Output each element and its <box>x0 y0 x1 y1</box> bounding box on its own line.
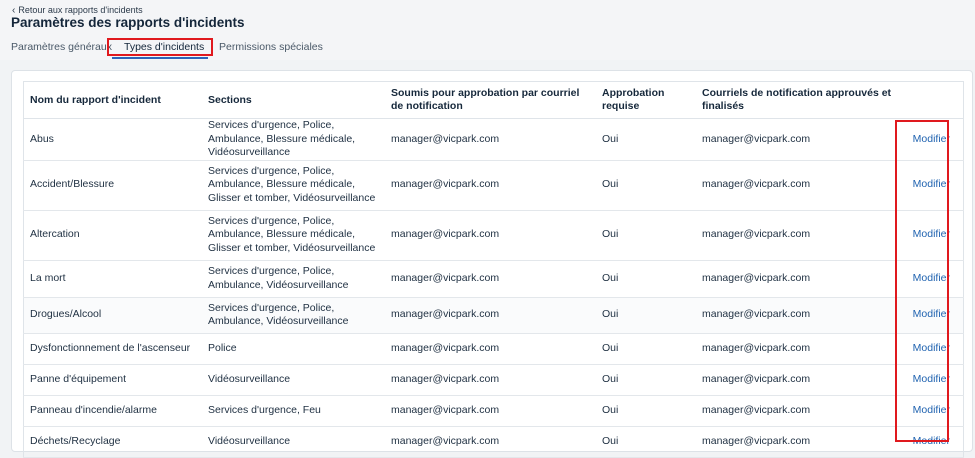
column-header-actions <box>898 81 964 119</box>
back-link-label: Retour aux rapports d'incidents <box>18 5 143 15</box>
row-finalized-email: manager@vicpark.com <box>696 364 898 396</box>
row-submitted-email: manager@vicpark.com <box>385 395 596 427</box>
row-action-cell: Modifier <box>898 210 964 261</box>
modify-button[interactable]: Modifier <box>913 308 950 320</box>
row-submitted-email: manager@vicpark.com <box>385 297 596 334</box>
modify-button[interactable]: Modifier <box>913 178 950 190</box>
row-name: Panne d'équipement <box>23 364 202 396</box>
table-row: Déchets/Recyclage Vidéosurveillance manage… <box>23 426 964 458</box>
row-action-cell: Modifier <box>898 333 964 365</box>
row-action-cell: Modifier <box>898 395 964 427</box>
column-header-approval: Approbation requise <box>596 81 696 119</box>
row-finalized-email: manager@vicpark.com <box>696 395 898 427</box>
row-sections: Vidéosurveillance <box>202 364 385 396</box>
row-finalized-email: manager@vicpark.com <box>696 297 898 334</box>
row-sections: Services d'urgence, Police, Ambulance, V… <box>202 260 385 298</box>
row-name: Drogues/Alcool <box>23 297 202 334</box>
row-name: Déchets/Recyclage <box>23 426 202 458</box>
row-submitted-email: manager@vicpark.com <box>385 160 596 211</box>
modify-button[interactable]: Modifier <box>913 272 950 284</box>
table-row: Dysfonctionnement de l'ascenseur Police ma… <box>23 333 964 365</box>
row-finalized-email: manager@vicpark.com <box>696 160 898 211</box>
table-row: Panneau d'incendie/alarme Services d'urge… <box>23 395 964 427</box>
row-sections: Services d'urgence, Feu <box>202 395 385 427</box>
row-submitted-email: manager@vicpark.com <box>385 364 596 396</box>
table-row: Drogues/Alcool Services d'urgence, Police… <box>23 297 964 334</box>
modify-button[interactable]: Modifier <box>913 435 950 447</box>
row-submitted-email: manager@vicpark.com <box>385 210 596 261</box>
page-title: Paramètres des rapports d'incidents <box>11 15 245 30</box>
row-name: Altercation <box>23 210 202 261</box>
row-approval: Oui <box>596 297 696 334</box>
column-header-sections: Sections <box>202 81 385 119</box>
row-name: Accident/Blessure <box>23 160 202 211</box>
row-action-cell: Modifier <box>898 364 964 396</box>
modify-button[interactable]: Modifier <box>913 342 950 354</box>
row-sections: Vidéosurveillance <box>202 426 385 458</box>
row-approval: Oui <box>596 160 696 211</box>
row-approval: Oui <box>596 426 696 458</box>
row-name: Dysfonctionnement de l'ascenseur <box>23 333 202 365</box>
row-action-cell: Modifier <box>898 160 964 211</box>
row-name: Abus <box>23 118 202 161</box>
table-header-row: Nom du rapport d'incident Sections Soumi… <box>23 81 964 119</box>
row-approval: Oui <box>596 118 696 161</box>
row-sections: Services d'urgence, Police, Ambulance, B… <box>202 160 385 211</box>
page-header: ‹ Retour aux rapports d'incidents Paramè… <box>0 0 975 60</box>
table-row: Abus Services d'urgence, Police, Ambulanc… <box>23 118 964 161</box>
row-sections: Services d'urgence, Police, Ambulance, B… <box>202 118 385 161</box>
row-name: Panneau d'incendie/alarme <box>23 395 202 427</box>
active-tab-indicator <box>112 57 208 59</box>
modify-button[interactable]: Modifier <box>913 373 950 385</box>
chevron-left-icon: ‹ <box>12 4 16 16</box>
row-finalized-email: manager@vicpark.com <box>696 118 898 161</box>
tab-special-permissions[interactable]: Permissions spéciales <box>219 41 323 53</box>
back-link[interactable]: ‹ Retour aux rapports d'incidents <box>12 5 143 15</box>
row-finalized-email: manager@vicpark.com <box>696 333 898 365</box>
row-action-cell: Modifier <box>898 426 964 458</box>
row-finalized-email: manager@vicpark.com <box>696 260 898 298</box>
row-sections: Services d'urgence, Police, Ambulance, V… <box>202 297 385 334</box>
modify-button[interactable]: Modifier <box>913 133 950 145</box>
row-approval: Oui <box>596 364 696 396</box>
table-row: Altercation Services d'urgence, Police, A… <box>23 210 964 261</box>
row-action-cell: Modifier <box>898 260 964 298</box>
tab-bar: Paramètres généraux Types d'incidents Pe… <box>0 38 975 60</box>
incident-types-table: Nom du rapport d'incident Sections Soumi… <box>23 81 964 458</box>
row-submitted-email: manager@vicpark.com <box>385 260 596 298</box>
column-header-submitted-email: Soumis pour approbation par courriel de … <box>385 81 596 119</box>
row-name: La mort <box>23 260 202 298</box>
column-header-finalized-email: Courriels de notification approuvés et f… <box>696 81 898 119</box>
row-submitted-email: manager@vicpark.com <box>385 118 596 161</box>
row-approval: Oui <box>596 210 696 261</box>
row-sections: Services d'urgence, Police, Ambulance, B… <box>202 210 385 261</box>
table-row: La mort Services d'urgence, Police, Ambul… <box>23 260 964 298</box>
row-approval: Oui <box>596 260 696 298</box>
modify-button[interactable]: Modifier <box>913 228 950 240</box>
row-approval: Oui <box>596 395 696 427</box>
row-sections: Police <box>202 333 385 365</box>
column-header-name: Nom du rapport d'incident <box>23 81 202 119</box>
row-finalized-email: manager@vicpark.com <box>696 210 898 261</box>
row-submitted-email: manager@vicpark.com <box>385 426 596 458</box>
content-panel: Nom du rapport d'incident Sections Soumi… <box>11 70 973 458</box>
table-row: Accident/Blessure Services d'urgence, Pol… <box>23 160 964 211</box>
row-submitted-email: manager@vicpark.com <box>385 333 596 365</box>
modify-button[interactable]: Modifier <box>913 404 950 416</box>
tab-general-settings[interactable]: Paramètres généraux <box>11 41 112 53</box>
tab-highlight-box <box>107 38 213 56</box>
row-action-cell: Modifier <box>898 118 964 161</box>
row-approval: Oui <box>596 333 696 365</box>
table-row: Panne d'équipement Vidéosurveillance manag… <box>23 364 964 396</box>
row-action-cell: Modifier <box>898 297 964 334</box>
row-finalized-email: manager@vicpark.com <box>696 426 898 458</box>
